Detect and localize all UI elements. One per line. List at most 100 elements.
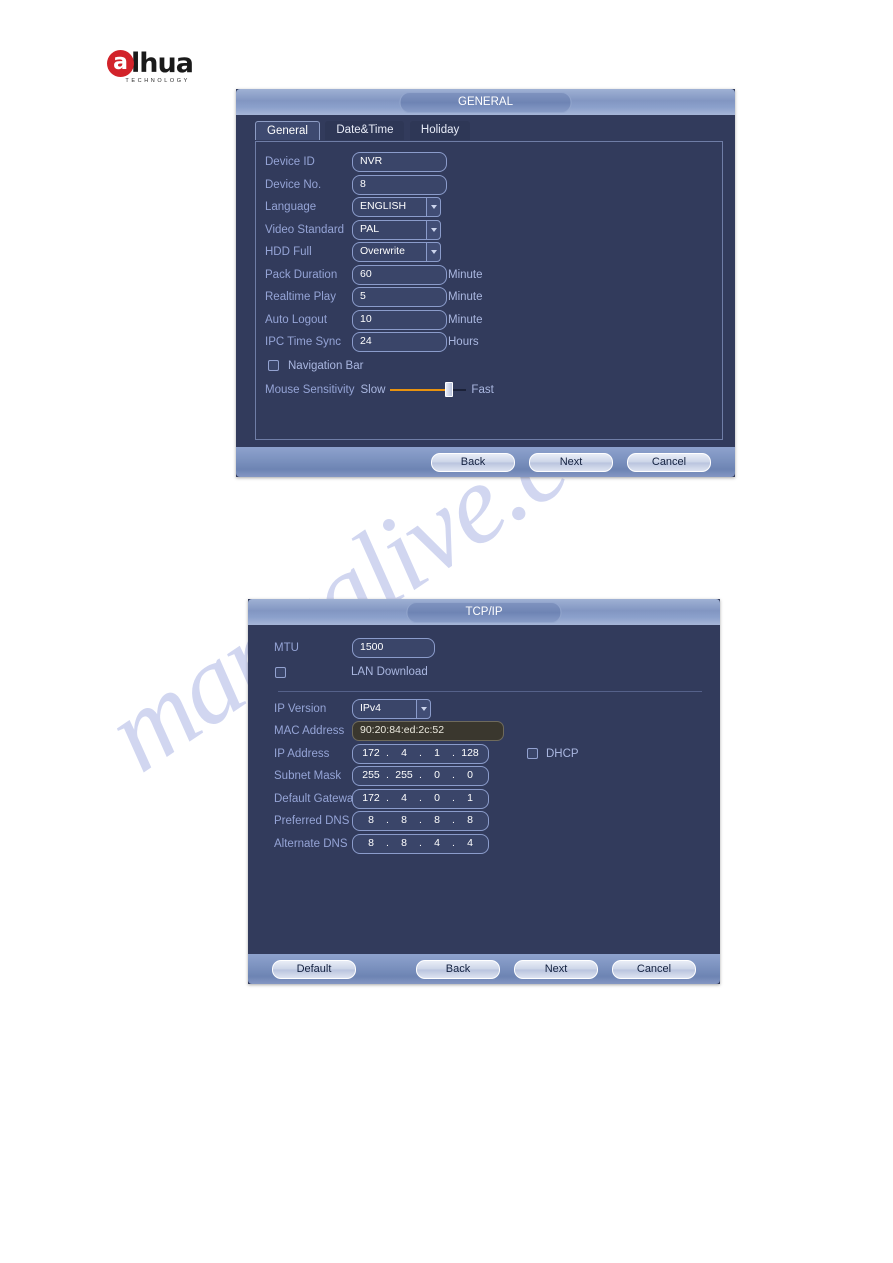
dahua-logo-wordmark: lhua: [131, 48, 194, 79]
default-gateway-octet-2[interactable]: 4: [391, 791, 417, 806]
default-gateway-octet-4[interactable]: 1: [457, 791, 483, 806]
default-gateway-input[interactable]: 172 . 4 . 0 . 1: [352, 788, 489, 809]
default-gateway-octet-1[interactable]: 172: [358, 791, 384, 806]
row-mouse-sensitivity: Mouse Sensitivity Slow Fast: [265, 378, 722, 402]
tcpip-dialog-body: MTU 1500 LAN Download IP Version IPv4 MA…: [248, 625, 720, 954]
alternate-dns-octet-2[interactable]: 8: [391, 836, 417, 851]
chevron-down-icon[interactable]: [426, 242, 441, 263]
back-button[interactable]: Back: [431, 452, 515, 472]
ipc-time-sync-input[interactable]: 24: [352, 332, 447, 353]
ip-address-octet-4[interactable]: 128: [457, 746, 483, 761]
chevron-down-icon[interactable]: [426, 197, 441, 218]
dahua-logo: lhua TECHNOLOGY: [107, 48, 194, 84]
ip-dot: .: [419, 769, 422, 782]
preferred-dns-octet-1[interactable]: 8: [358, 813, 384, 828]
row-navigation-bar: Navigation Bar: [265, 354, 722, 378]
chevron-down-icon[interactable]: [416, 698, 431, 719]
ip-address-octet-1[interactable]: 172: [358, 746, 384, 761]
ip-dot: .: [452, 814, 455, 827]
alternate-dns-input[interactable]: 8 . 8 . 4 . 4: [352, 833, 489, 854]
mouse-sensitivity-slider[interactable]: [390, 382, 467, 397]
preferred-dns-octet-3[interactable]: 8: [424, 813, 450, 828]
next-button[interactable]: Next: [514, 959, 598, 979]
default-button[interactable]: Default: [272, 959, 356, 979]
ip-address-octet-2[interactable]: 4: [391, 746, 417, 761]
slider-handle[interactable]: [445, 382, 454, 397]
alternate-dns-octet-1[interactable]: 8: [358, 836, 384, 851]
row-mac-address: MAC Address 90:20:84:ed:2c:52: [274, 720, 720, 743]
realtime-play-input[interactable]: 5: [352, 287, 447, 308]
preferred-dns-label: Preferred DNS: [274, 815, 350, 828]
subnet-mask-input[interactable]: 255 . 255 . 0 . 0: [352, 766, 489, 787]
cancel-button[interactable]: Cancel: [612, 959, 696, 979]
row-language: Language ENGLISH: [265, 196, 722, 219]
ip-dot: .: [419, 746, 422, 759]
ip-dot: .: [419, 836, 422, 849]
hdd-full-select[interactable]: Overwrite: [352, 242, 441, 263]
row-video-standard: Video Standard PAL: [265, 219, 722, 242]
ip-address-label: IP Address: [274, 747, 330, 760]
row-ip-version: IP Version IPv4: [274, 698, 720, 721]
tcpip-dialog-titlebar: TCP/IP: [248, 599, 720, 625]
subnet-mask-octet-3[interactable]: 0: [424, 768, 450, 783]
ip-dot: .: [452, 791, 455, 804]
mouse-sensitivity-min-label: Slow: [360, 383, 386, 396]
device-no-input[interactable]: 8: [352, 174, 447, 195]
tab-date-time[interactable]: Date&Time: [325, 121, 405, 140]
alternate-dns-octet-3[interactable]: 4: [424, 836, 450, 851]
subnet-mask-octet-2[interactable]: 255: [391, 768, 417, 783]
device-id-input[interactable]: NVR: [352, 152, 447, 173]
dhcp-checkbox[interactable]: [527, 748, 538, 760]
lan-download-label: LAN Download: [351, 666, 428, 678]
subnet-mask-label: Subnet Mask: [274, 770, 342, 783]
language-select[interactable]: ENGLISH: [352, 197, 441, 218]
tab-general[interactable]: General: [255, 121, 320, 140]
dahua-logo-mark-icon: [107, 50, 134, 77]
dhcp-label: DHCP: [546, 747, 579, 760]
ip-address-input[interactable]: 172 . 4 . 1 . 128: [352, 743, 489, 764]
back-button[interactable]: Back: [416, 959, 500, 979]
ip-version-select[interactable]: IPv4: [352, 698, 431, 719]
general-dialog: GENERAL General Date&Time Holiday Device…: [236, 89, 735, 477]
row-device-id: Device ID NVR: [265, 151, 722, 174]
video-standard-select[interactable]: PAL: [352, 219, 441, 240]
default-gateway-octet-3[interactable]: 0: [424, 791, 450, 806]
next-button[interactable]: Next: [529, 452, 613, 472]
mac-address-value: 90:20:84:ed:2c:52: [352, 721, 504, 742]
preferred-dns-octet-4[interactable]: 8: [457, 813, 483, 828]
general-settings-panel: Device ID NVR Device No. 8 Language ENGL…: [255, 141, 723, 440]
preferred-dns-input[interactable]: 8 . 8 . 8 . 8: [352, 811, 489, 832]
chevron-down-icon[interactable]: [426, 219, 441, 240]
alternate-dns-octet-4[interactable]: 4: [457, 836, 483, 851]
preferred-dns-octet-2[interactable]: 8: [391, 813, 417, 828]
device-id-label: Device ID: [265, 156, 315, 169]
ipc-time-sync-unit: Hours: [448, 336, 479, 349]
realtime-play-label: Realtime Play: [265, 291, 336, 304]
device-no-label: Device No.: [265, 178, 322, 191]
general-dialog-button-group: Back Next Cancel: [431, 452, 735, 472]
auto-logout-input[interactable]: 10: [352, 309, 447, 330]
cancel-button[interactable]: Cancel: [627, 452, 711, 472]
dahua-logo-tagline: TECHNOLOGY: [125, 78, 190, 84]
ip-dot: .: [419, 791, 422, 804]
general-dialog-titlebar: GENERAL: [236, 89, 735, 115]
general-tab-bar: General Date&Time Holiday: [236, 115, 735, 141]
ip-version-label: IP Version: [274, 702, 327, 715]
tcpip-section-divider: [278, 690, 702, 692]
subnet-mask-octet-4[interactable]: 0: [457, 768, 483, 783]
navigation-bar-checkbox[interactable]: [268, 360, 279, 371]
default-gateway-label: Default Gateway: [274, 792, 360, 805]
tcpip-dialog-footer: Default Back Next Cancel: [248, 954, 720, 984]
subnet-mask-octet-1[interactable]: 255: [358, 768, 384, 783]
video-standard-select-value: PAL: [352, 219, 426, 240]
row-preferred-dns: Preferred DNS 8 . 8 . 8 . 8: [274, 810, 720, 833]
pack-duration-label: Pack Duration: [265, 268, 338, 281]
alternate-dns-label: Alternate DNS: [274, 837, 348, 850]
lan-download-checkbox[interactable]: [275, 666, 286, 678]
pack-duration-input[interactable]: 60: [352, 264, 447, 285]
tab-holiday[interactable]: Holiday: [409, 121, 471, 140]
language-label: Language: [265, 201, 317, 214]
row-ipc-time-sync: IPC Time Sync 24 Hours: [265, 331, 722, 354]
mtu-input[interactable]: 1500: [352, 638, 435, 659]
ip-address-octet-3[interactable]: 1: [424, 746, 450, 761]
